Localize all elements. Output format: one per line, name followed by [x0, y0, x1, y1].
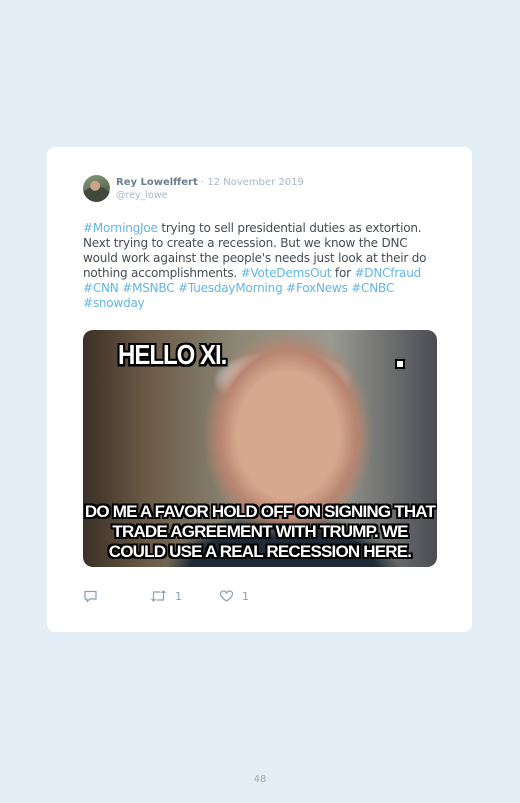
hashtag-link[interactable]: #DNCfraud: [354, 266, 421, 280]
hashtag-link[interactable]: #MorningJoe: [83, 221, 158, 235]
page-number: 48: [253, 774, 267, 785]
meme-bottom-caption: DO ME A FAVOR HOLD OFF ON SIGNING THAT T…: [83, 502, 437, 562]
heart-icon: [219, 590, 234, 602]
like-count: 1: [242, 589, 249, 603]
tweet-date[interactable]: 12 November 2019: [207, 177, 304, 188]
retweet-button[interactable]: 1: [150, 588, 182, 604]
tweet-actions: 1 1: [83, 588, 283, 604]
author-name[interactable]: Rey Lowelffert: [116, 177, 198, 188]
meme-bottom-line: TRADE AGREEMENT WITH TRUMP. WE: [112, 522, 408, 541]
tweet-text-segment: for: [331, 266, 355, 280]
avatar[interactable]: [83, 175, 110, 202]
hashtag-link[interactable]: #VoteDemsOut: [241, 266, 332, 280]
like-button[interactable]: 1: [219, 588, 249, 604]
reply-button[interactable]: [83, 588, 98, 604]
author-handle[interactable]: @rey_lowe: [116, 189, 304, 202]
retweet-icon: [151, 590, 166, 602]
tweet-image[interactable]: HELLO XI. DO ME A FAVOR HOLD OFF ON SIGN…: [83, 330, 437, 567]
hashtag-link[interactable]: #snowday: [83, 296, 145, 310]
tweet-header: Rey Lowelffert · 12 November 2019 @rey_l…: [116, 176, 304, 202]
hashtag-link[interactable]: #CNN: [83, 281, 119, 295]
tweet-card: Rey Lowelffert · 12 November 2019 @rey_l…: [47, 147, 472, 632]
meme-bottom-line: COULD USE A REAL RECESSION HERE.: [108, 542, 412, 561]
meme-top-caption: HELLO XI.: [118, 340, 227, 372]
tweet-text: #MorningJoe trying to sell presidential …: [83, 221, 443, 311]
retweet-count: 1: [175, 589, 182, 603]
meme-bottom-line: DO ME A FAVOR HOLD OFF ON SIGNING THAT: [84, 502, 436, 521]
reply-icon: [84, 590, 97, 603]
hashtag-link[interactable]: #MSNBC: [122, 281, 174, 295]
header-separator: ·: [200, 177, 205, 188]
meme-dot: [395, 359, 405, 369]
hashtag-link[interactable]: #CNBC: [351, 281, 394, 295]
hashtag-link[interactable]: #TuesdayMorning: [178, 281, 283, 295]
hashtag-link[interactable]: #FoxNews: [286, 281, 348, 295]
